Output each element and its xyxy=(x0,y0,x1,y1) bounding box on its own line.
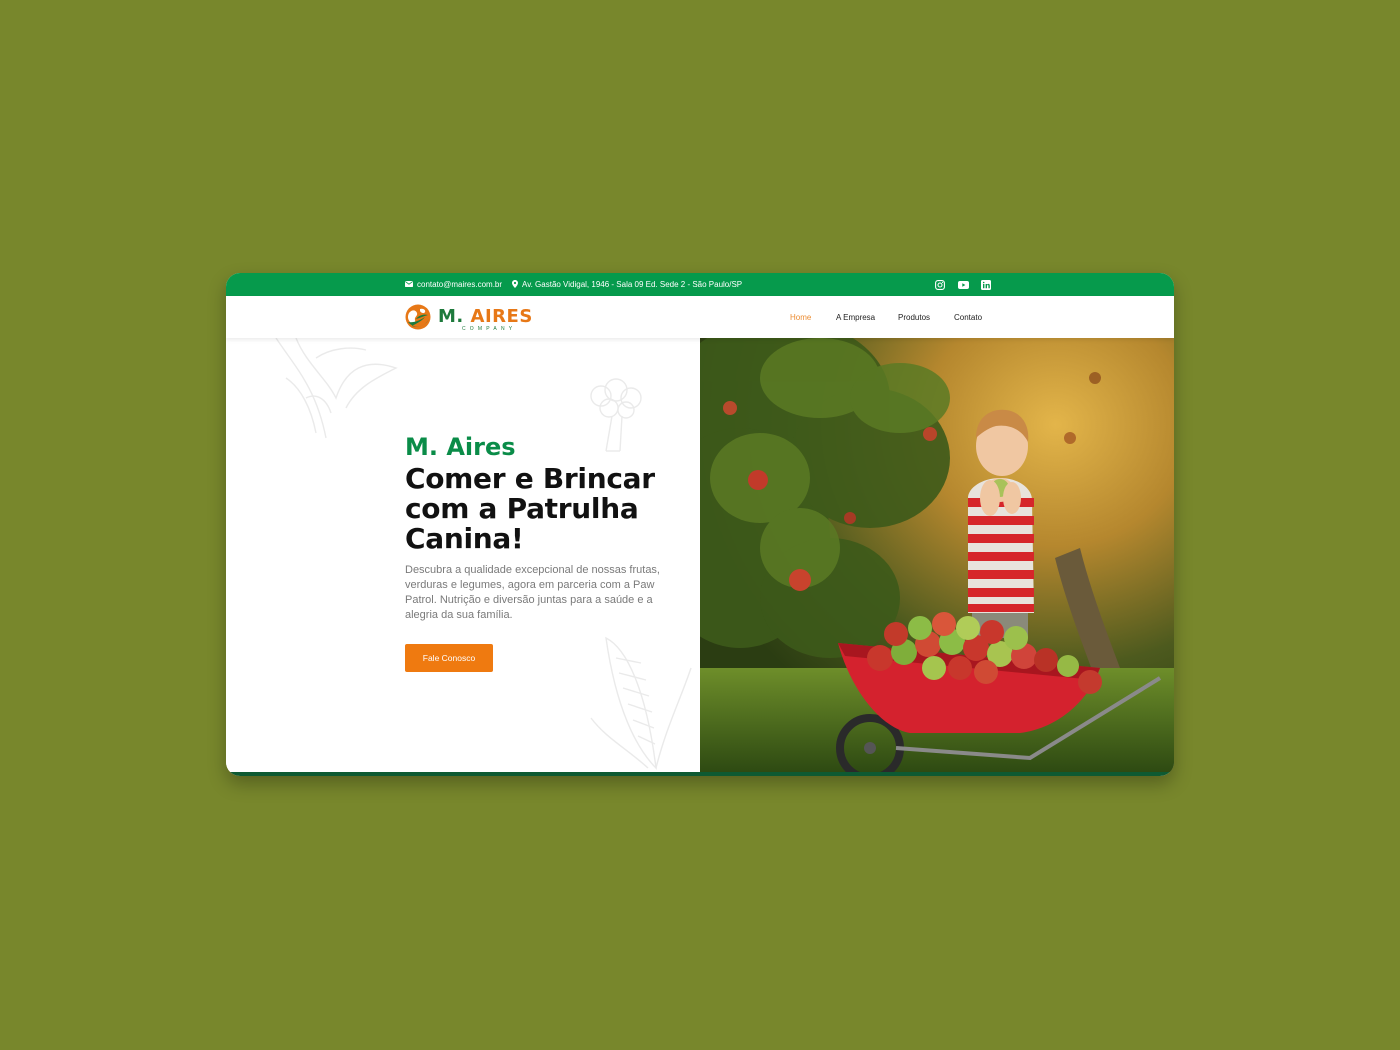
logo-wordmark: M. AIRES xyxy=(438,305,533,327)
child-eating-apples-photo xyxy=(700,338,1174,772)
contact-email[interactable]: contato@maires.com.br xyxy=(405,273,502,296)
nav-contato[interactable]: Contato xyxy=(954,313,982,322)
logo[interactable]: M. AIRES COMPANY xyxy=(404,303,533,336)
top-bar: contato@maires.com.br Av. Gastão Vidigal… xyxy=(226,273,1174,296)
logo-subtitle: COMPANY xyxy=(462,325,517,332)
globe-leaf-icon xyxy=(404,303,432,336)
hero-brand: M. Aires xyxy=(405,433,516,461)
bottom-accent-line xyxy=(226,772,1174,776)
social-links xyxy=(934,273,992,296)
linkedin-icon[interactable] xyxy=(980,279,992,291)
website-card: contato@maires.com.br Av. Gastão Vidigal… xyxy=(226,273,1174,776)
main-nav: Home A Empresa Produtos Contato xyxy=(790,296,982,338)
nav-produtos[interactable]: Produtos xyxy=(898,313,954,322)
hero-image xyxy=(700,338,1174,772)
email-text: contato@maires.com.br xyxy=(417,280,503,289)
site-header: M. AIRES COMPANY Home A Empresa Produtos… xyxy=(226,296,1174,338)
hero-content: M. Aires Comer e Brincar com a Patrulha … xyxy=(226,338,700,772)
instagram-icon[interactable] xyxy=(934,279,946,291)
logo-main-text: M. xyxy=(438,305,471,327)
location-pin-icon xyxy=(512,279,518,290)
corn-sketch-icon xyxy=(590,636,692,770)
hero-headline: Comer e Brincar com a Patrulha Canina! xyxy=(405,462,655,555)
broccoli-sketch-icon xyxy=(590,378,642,452)
nav-home[interactable]: Home xyxy=(790,313,836,322)
contact-cta-button[interactable]: Fale Conosco xyxy=(405,644,493,672)
mail-icon xyxy=(405,280,413,289)
nav-a-empresa[interactable]: A Empresa xyxy=(836,313,898,322)
logo-accent-text: AIRES xyxy=(470,305,533,327)
youtube-icon[interactable] xyxy=(957,279,969,291)
address: Av. Gastão Vidigal, 1946 - Sala 09 Ed. S… xyxy=(512,273,742,296)
address-text: Av. Gastão Vidigal, 1946 - Sala 09 Ed. S… xyxy=(522,280,743,289)
hero-description: Descubra a qualidade excepcional de noss… xyxy=(405,564,660,621)
vegetable-sketch-icon xyxy=(275,338,398,439)
